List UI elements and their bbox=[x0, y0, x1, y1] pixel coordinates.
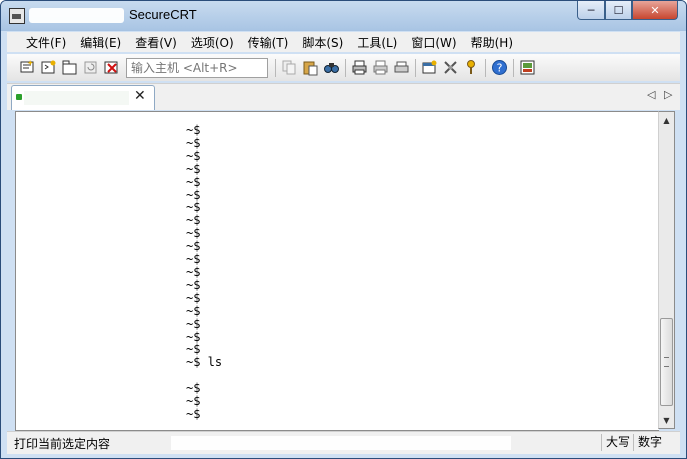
menu-edit[interactable]: 编辑(E) bbox=[73, 34, 128, 51]
print-setup-icon[interactable] bbox=[392, 58, 411, 77]
scroll-up-icon[interactable]: ▲ bbox=[659, 112, 674, 128]
terminal-line: ~$ bbox=[186, 277, 201, 292]
menu-transfer[interactable]: 传输(T) bbox=[241, 34, 296, 51]
print-selection-icon[interactable] bbox=[371, 58, 390, 77]
sftp-icon[interactable] bbox=[518, 58, 537, 77]
find-icon[interactable] bbox=[322, 58, 341, 77]
menu-view[interactable]: 查看(V) bbox=[128, 34, 184, 51]
toolbar-separator bbox=[513, 58, 514, 77]
tab-close-icon[interactable]: ✕ bbox=[134, 88, 146, 104]
menu-help[interactable]: 帮助(H) bbox=[464, 34, 520, 51]
redacted-status-info bbox=[171, 436, 511, 450]
maximize-button[interactable]: ☐ bbox=[605, 1, 632, 20]
session-tab[interactable]: ✕ bbox=[11, 85, 155, 110]
terminal-view[interactable]: ~$ ~$ ~$ ~$ ~$ ~$ ~$ ~$ ~$ ~$ ~$ ~$ ~$ ~$ ~$ ~$ ~$ ~$ ~$ l… bbox=[15, 111, 659, 431]
menu-bar: 文件(F) 编辑(E) 查看(V) 选项(O) 传输(T) 脚本(S) 工具(L… bbox=[7, 32, 680, 52]
global-options-icon[interactable] bbox=[441, 58, 460, 77]
session-tab-strip: ✕ ◁ ▷ bbox=[7, 83, 680, 110]
app-icon[interactable] bbox=[9, 8, 25, 24]
title-bar[interactable]: SecureCRT ─ ☐ ✕ bbox=[1, 1, 686, 30]
terminal-scrollbar[interactable]: ▲ ▼ bbox=[658, 111, 675, 429]
terminal-line: ~$ bbox=[186, 406, 201, 421]
paste-icon[interactable] bbox=[301, 58, 320, 77]
toolbar-separator bbox=[415, 58, 416, 77]
minimize-button[interactable]: ─ bbox=[577, 1, 605, 20]
status-message: 打印当前选定内容 bbox=[14, 437, 111, 451]
menu-window[interactable]: 窗口(W) bbox=[404, 34, 463, 51]
caps-lock-indicator: 大写 bbox=[601, 434, 636, 451]
connection-status-icon bbox=[16, 94, 22, 100]
disconnect-icon[interactable] bbox=[102, 58, 121, 77]
quick-connect-icon[interactable] bbox=[18, 58, 37, 77]
terminal-line: ~$ bbox=[186, 394, 201, 409]
menu-script[interactable]: 脚本(S) bbox=[295, 34, 350, 51]
terminal-line: ~$ bbox=[186, 303, 201, 318]
quick-connect-input[interactable] bbox=[126, 57, 268, 78]
terminal-output: ~$ ~$ ~$ ~$ ~$ ~$ ~$ ~$ ~$ ~$ ~$ ~$ ~$ ~$ ~$ ~$ ~$ ~$ ~$ l… bbox=[186, 124, 222, 421]
terminal-line: ~$ bbox=[186, 174, 201, 189]
window-title: SecureCRT bbox=[129, 7, 197, 22]
scroll-down-icon[interactable]: ▼ bbox=[659, 412, 674, 428]
grip-icon bbox=[664, 357, 669, 367]
status-bar: 打印当前选定内容 大写 数字 bbox=[7, 431, 680, 454]
redacted-tab-label bbox=[24, 91, 129, 105]
window-controls: ─ ☐ ✕ bbox=[577, 1, 678, 20]
terminal-line: ~$ bbox=[186, 148, 201, 163]
toolbar-separator bbox=[485, 58, 486, 77]
terminal-line: ~$ bbox=[186, 123, 201, 137]
connect-tab-icon[interactable] bbox=[60, 58, 79, 77]
terminal-line: ~$ bbox=[186, 161, 201, 176]
redacted-session-name bbox=[29, 8, 124, 23]
toolbar: ? bbox=[7, 54, 680, 81]
menu-tools[interactable]: 工具(L) bbox=[350, 34, 404, 51]
scrollbar-thumb[interactable] bbox=[660, 318, 673, 406]
terminal-line: ~$ bbox=[186, 290, 201, 305]
tab-scroll-right-icon[interactable]: ▷ bbox=[664, 88, 672, 101]
terminal-line: ~$ bbox=[186, 316, 201, 331]
tab-scroll-left-icon[interactable]: ◁ bbox=[647, 88, 655, 101]
keymap-icon[interactable] bbox=[462, 58, 481, 77]
close-button[interactable]: ✕ bbox=[632, 1, 678, 20]
toolbar-separator bbox=[345, 58, 346, 77]
svg-text:?: ? bbox=[497, 62, 503, 75]
num-lock-indicator: 数字 bbox=[633, 434, 672, 451]
connect-icon[interactable] bbox=[39, 58, 58, 77]
terminal-line: ~$ bbox=[186, 135, 201, 150]
print-icon[interactable] bbox=[350, 58, 369, 77]
reconnect-icon[interactable] bbox=[81, 58, 100, 77]
menu-file[interactable]: 文件(F) bbox=[19, 34, 73, 51]
session-options-icon[interactable] bbox=[420, 58, 439, 77]
menu-options[interactable]: 选项(O) bbox=[184, 34, 241, 51]
toolbar-separator bbox=[275, 58, 276, 77]
terminal-line: ~$ bbox=[186, 264, 201, 279]
help-icon[interactable]: ? bbox=[490, 58, 509, 77]
securecrt-window: SecureCRT ─ ☐ ✕ 文件(F) 编辑(E) 查看(V) 选项(O) … bbox=[0, 0, 687, 459]
copy-icon[interactable] bbox=[280, 58, 299, 77]
